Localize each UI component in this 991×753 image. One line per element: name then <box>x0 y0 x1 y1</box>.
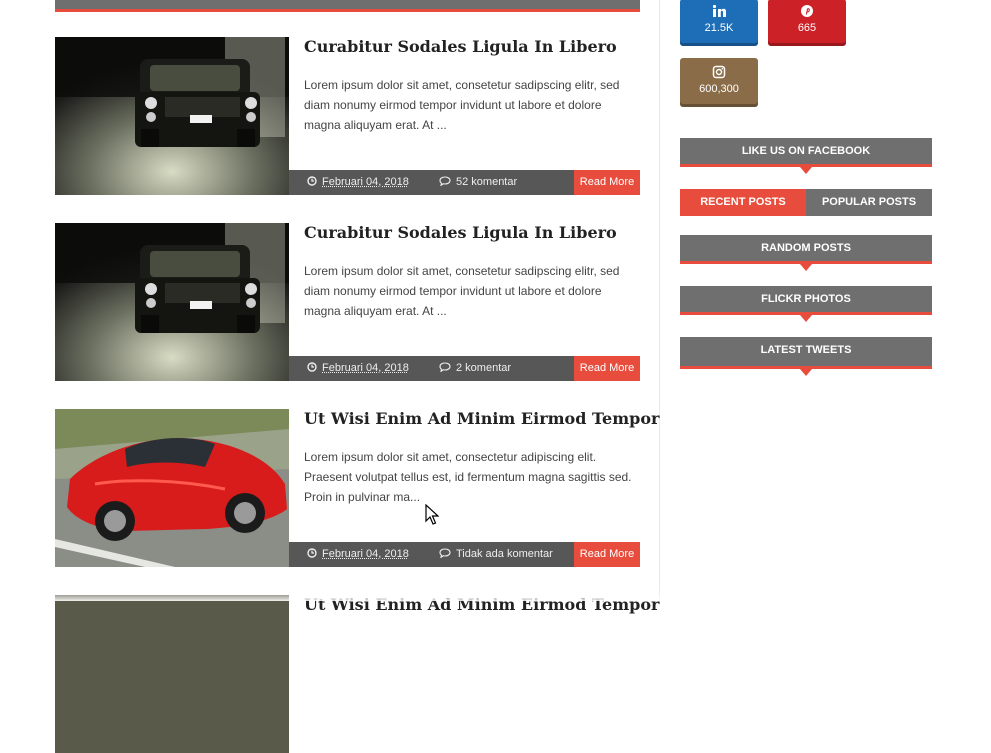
pinterest-counter-button[interactable]: 665 <box>768 0 846 46</box>
widget-tweets-title: LATEST TWEETS <box>760 344 852 356</box>
post-excerpt: Lorem ipsum dolor sit amet, consetetur s… <box>304 78 620 132</box>
read-more-button[interactable]: Read More <box>574 170 640 195</box>
widget-flickr-header: FLICKR PHOTOS <box>680 286 932 322</box>
widget-flickr-title: FLICKR PHOTOS <box>761 293 851 305</box>
post-title[interactable]: Ut Wisi Enim Ad Minim Eirmod Tempor <box>304 409 659 429</box>
post-meta-bar: Februari 04, 2018 Tidak ada komentar Rea… <box>289 542 640 567</box>
post-thumbnail-car-night[interactable] <box>55 223 289 381</box>
post-thumbnail-car-night[interactable] <box>55 37 289 195</box>
comment-icon <box>439 176 451 186</box>
post-excerpt: Lorem ipsum dolor sit amet, consetetur s… <box>304 264 620 318</box>
post-date: Februari 04, 2018 <box>307 170 409 195</box>
post-card: Ut Wisi Enim Ad Minim Eirmod Tempor Lore… <box>55 409 659 567</box>
sidebar-divider <box>659 0 660 601</box>
widget-facebook-title: LIKE US ON FACEBOOK <box>741 145 871 157</box>
caret-down-icon <box>800 369 812 376</box>
post-excerpt: Lorem ipsum dolor sit amet, consectetur … <box>304 450 632 504</box>
post-title[interactable]: Curabitur Sodales Ligula In Libero <box>304 223 640 243</box>
comment-icon <box>439 548 451 558</box>
post-date-text: Februari 04, 2018 <box>322 548 409 560</box>
linkedin-count: 21.5K <box>704 22 734 34</box>
widget-random-title: RANDOM POSTS <box>761 242 851 254</box>
instagram-icon <box>712 65 726 79</box>
linkedin-counter-button[interactable]: 21.5K <box>680 0 758 46</box>
post-card: Curabitur Sodales Ligula In Libero Lorem… <box>55 223 640 381</box>
post-date: Februari 04, 2018 <box>307 356 409 381</box>
scroll-edge-fade <box>0 590 991 601</box>
post-card: Ut Wisi Enim Ad Minim Eirmod Tempor <box>55 595 659 753</box>
clock-icon <box>307 176 317 186</box>
tab-popular-posts[interactable]: POPULAR POSTS <box>806 189 932 216</box>
instagram-count: 600,300 <box>699 83 739 95</box>
posts-tabs: RECENT POSTS POPULAR POSTS <box>680 189 932 216</box>
post-thumbnail-red-sportscar[interactable] <box>55 409 289 567</box>
content-header-bar <box>55 0 640 12</box>
mouse-cursor-icon <box>425 504 439 525</box>
comment-icon <box>439 362 451 372</box>
post-comments-text: 52 komentar <box>456 176 518 188</box>
caret-down-icon <box>800 167 812 174</box>
post-date: Februari 04, 2018 <box>307 542 409 567</box>
read-more-button[interactable]: Read More <box>574 356 640 381</box>
pinterest-count: 665 <box>797 22 817 34</box>
widget-random-header: RANDOM POSTS <box>680 235 932 271</box>
post-comments[interactable]: 2 komentar <box>439 356 511 381</box>
clock-icon <box>307 362 317 372</box>
post-comments-text: 2 komentar <box>456 362 512 374</box>
post-date-text: Februari 04, 2018 <box>322 176 409 188</box>
tab-recent-posts[interactable]: RECENT POSTS <box>680 189 806 216</box>
caret-down-icon <box>800 315 812 322</box>
post-date-text: Februari 04, 2018 <box>322 362 409 374</box>
widget-facebook-header: LIKE US ON FACEBOOK <box>680 138 932 174</box>
read-more-button[interactable]: Read More <box>574 542 640 567</box>
post-comments-text: Tidak ada komentar <box>456 548 553 560</box>
post-card: Curabitur Sodales Ligula In Libero Lorem… <box>55 37 640 195</box>
widget-tweets-header: LATEST TWEETS <box>680 337 932 376</box>
post-meta-bar: Februari 04, 2018 2 komentar Read More <box>289 356 640 381</box>
instagram-counter-button[interactable]: 600,300 <box>680 58 758 107</box>
post-comments[interactable]: Tidak ada komentar <box>439 542 553 567</box>
post-title[interactable]: Curabitur Sodales Ligula In Libero <box>304 37 640 57</box>
pinterest-icon <box>801 5 813 17</box>
linkedin-icon <box>712 4 726 17</box>
caret-down-icon <box>800 264 812 271</box>
post-thumbnail[interactable] <box>55 595 289 753</box>
clock-icon <box>307 548 317 558</box>
post-meta-bar: Februari 04, 2018 52 komentar Read More <box>289 170 640 195</box>
post-comments[interactable]: 52 komentar <box>439 170 517 195</box>
